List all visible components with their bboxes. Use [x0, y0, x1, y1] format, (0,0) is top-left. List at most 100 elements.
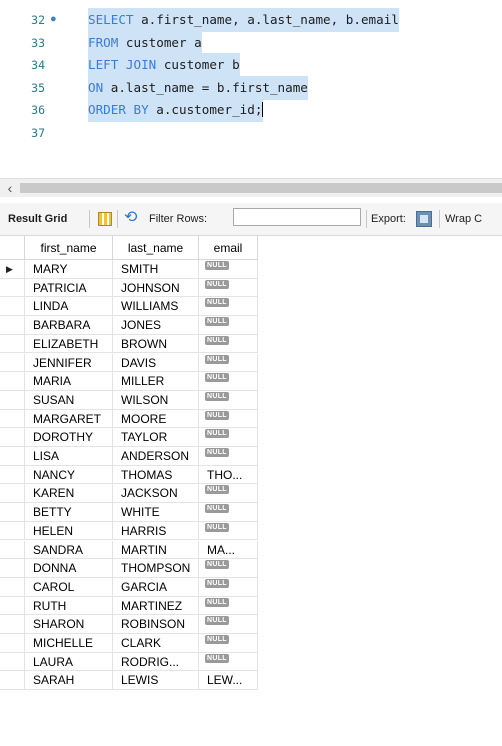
code-line[interactable]: ON a.last_name = b.first_name	[88, 75, 308, 100]
row-selector[interactable]: ▶	[0, 260, 25, 279]
cell-email[interactable]: THO...	[199, 465, 258, 485]
cell-email[interactable]: NULL	[199, 390, 258, 410]
row-selector[interactable]	[0, 484, 25, 504]
cell-last-name[interactable]: LEWIS	[113, 671, 199, 691]
cell-last-name[interactable]: ROBINSON	[113, 615, 199, 634]
row-selector[interactable]	[0, 372, 25, 391]
row-selector[interactable]	[0, 503, 25, 522]
cell-email[interactable]: NULL	[199, 447, 258, 466]
cell-last-name[interactable]: ANDERSON	[113, 447, 199, 466]
table-row[interactable]: NANCY THOMAS THO...	[0, 465, 258, 485]
table-row[interactable]: PATRICIA JOHNSON NULL	[0, 278, 258, 298]
row-selector[interactable]	[0, 465, 25, 485]
cell-first-name[interactable]: SARAH	[25, 671, 113, 691]
cell-email[interactable]: MA...	[199, 540, 258, 560]
code-line[interactable]: ORDER BY a.customer_id;	[88, 98, 264, 122]
table-row[interactable]: CAROL GARCIA NULL	[0, 577, 258, 597]
row-selector[interactable]	[0, 634, 25, 653]
cell-email[interactable]: NULL	[199, 278, 258, 298]
cell-first-name[interactable]: NANCY	[25, 465, 113, 485]
table-row[interactable]: BARBARA JONES NULL	[0, 316, 258, 335]
cell-last-name[interactable]: CLARK	[113, 634, 199, 653]
cell-first-name[interactable]: LAURA	[25, 652, 113, 672]
scroll-left-arrow-icon[interactable]: ‹	[2, 179, 18, 197]
cell-last-name[interactable]: WILSON	[113, 390, 199, 410]
cell-first-name[interactable]: BETTY	[25, 503, 113, 522]
row-selector[interactable]	[0, 334, 25, 354]
cell-first-name[interactable]: KAREN	[25, 484, 113, 504]
code-line[interactable]: FROM customer a	[88, 30, 202, 55]
filter-icon[interactable]: ⟲	[124, 208, 137, 228]
scrollbar-thumb[interactable]	[20, 183, 502, 193]
cell-last-name[interactable]: THOMAS	[113, 465, 199, 485]
row-selector[interactable]	[0, 447, 25, 466]
row-selector[interactable]	[0, 559, 25, 578]
filter-rows-input[interactable]	[233, 208, 361, 226]
cell-first-name[interactable]: BARBARA	[25, 316, 113, 335]
table-row[interactable]: MARIA MILLER NULL	[0, 372, 258, 391]
cell-first-name[interactable]: LINDA	[25, 297, 113, 317]
cell-first-name[interactable]: MARY	[25, 260, 113, 279]
table-row[interactable]: HELEN HARRIS NULL	[0, 521, 258, 541]
table-row[interactable]: SHARON ROBINSON NULL	[0, 615, 258, 634]
table-row[interactable]: DOROTHY TAYLOR NULL	[0, 428, 258, 447]
cell-email[interactable]: NULL	[199, 559, 258, 578]
table-row[interactable]: ▶ MARY SMITH NULL	[0, 260, 258, 279]
row-selector[interactable]	[0, 596, 25, 616]
cell-first-name[interactable]: CAROL	[25, 577, 113, 597]
wrap-cell-label[interactable]: Wrap C	[445, 212, 482, 226]
cell-email[interactable]: NULL	[199, 484, 258, 504]
cell-first-name[interactable]: RUTH	[25, 596, 113, 616]
cell-last-name[interactable]: MARTINEZ	[113, 596, 199, 616]
cell-email[interactable]: NULL	[199, 409, 258, 429]
cell-email[interactable]: NULL	[199, 615, 258, 634]
cell-email[interactable]: NULL	[199, 428, 258, 447]
table-row[interactable]: SANDRA MARTIN MA...	[0, 540, 258, 560]
table-row[interactable]: ELIZABETH BROWN NULL	[0, 334, 258, 354]
cell-first-name[interactable]: ELIZABETH	[25, 334, 113, 354]
cell-first-name[interactable]: MARGARET	[25, 409, 113, 429]
table-row[interactable]: KAREN JACKSON NULL	[0, 484, 258, 504]
row-selector[interactable]	[0, 671, 25, 691]
cell-email[interactable]: NULL	[199, 652, 258, 672]
column-header-first-name[interactable]: first_name	[25, 236, 113, 260]
table-row[interactable]: LISA ANDERSON NULL	[0, 447, 258, 466]
row-selector[interactable]	[0, 615, 25, 634]
cell-first-name[interactable]: SANDRA	[25, 540, 113, 560]
cell-first-name[interactable]: DONNA	[25, 559, 113, 578]
export-icon[interactable]	[416, 211, 432, 227]
row-selector[interactable]	[0, 316, 25, 335]
cell-first-name[interactable]: HELEN	[25, 521, 113, 541]
editor-horizontal-scrollbar[interactable]: ‹	[0, 178, 502, 197]
cell-email[interactable]: NULL	[199, 297, 258, 317]
table-row[interactable]: BETTY WHITE NULL	[0, 503, 258, 522]
cell-last-name[interactable]: TAYLOR	[113, 428, 199, 447]
cell-last-name[interactable]: BROWN	[113, 334, 199, 354]
table-row[interactable]: RUTH MARTINEZ NULL	[0, 596, 258, 616]
cell-email[interactable]: LEW...	[199, 671, 258, 691]
row-selector[interactable]	[0, 278, 25, 298]
row-selector[interactable]	[0, 521, 25, 541]
column-header-last-name[interactable]: last_name	[113, 236, 199, 260]
grid-view-icon[interactable]	[98, 212, 112, 226]
table-row[interactable]: SARAH LEWIS LEW...	[0, 671, 258, 691]
cell-first-name[interactable]: MICHELLE	[25, 634, 113, 653]
cell-last-name[interactable]: THOMPSON	[113, 559, 199, 578]
cell-email[interactable]: NULL	[199, 521, 258, 541]
cell-email[interactable]: NULL	[199, 503, 258, 522]
table-row[interactable]: MICHELLE CLARK NULL	[0, 634, 258, 653]
cell-first-name[interactable]: JENNIFER	[25, 353, 113, 373]
cell-email[interactable]: NULL	[199, 372, 258, 391]
cell-last-name[interactable]: MARTIN	[113, 540, 199, 560]
cell-first-name[interactable]: PATRICIA	[25, 278, 113, 298]
cell-first-name[interactable]: SUSAN	[25, 390, 113, 410]
cell-last-name[interactable]: HARRIS	[113, 521, 199, 541]
cell-first-name[interactable]: SHARON	[25, 615, 113, 634]
row-selector[interactable]	[0, 297, 25, 317]
row-selector[interactable]	[0, 353, 25, 373]
cell-last-name[interactable]: RODRIG...	[113, 652, 199, 672]
code-line[interactable]: LEFT JOIN customer b	[88, 53, 240, 77]
column-header-email[interactable]: email	[199, 236, 258, 260]
cell-first-name[interactable]: LISA	[25, 447, 113, 466]
cell-last-name[interactable]: MOORE	[113, 409, 199, 429]
